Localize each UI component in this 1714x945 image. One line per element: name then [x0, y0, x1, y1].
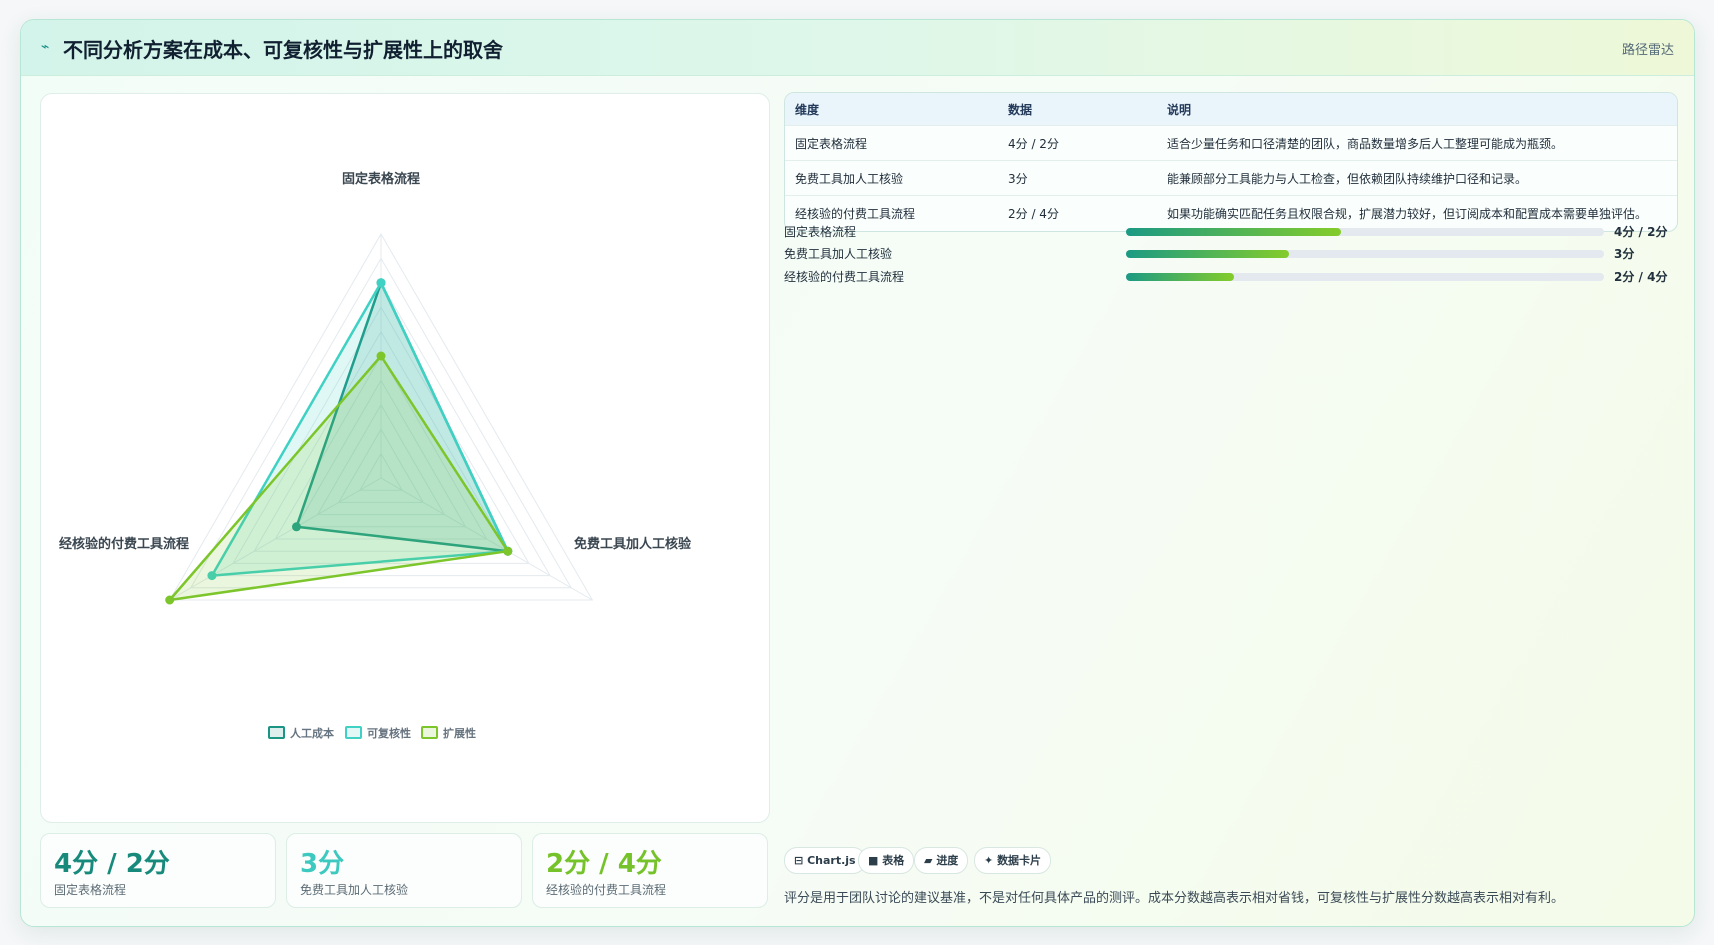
progress-value: 3分	[1614, 247, 1635, 261]
card-header: ⌁ 不同分析方案在成本、可复核性与扩展性上的取舍 路径雷达	[21, 20, 1694, 76]
chip-chartjs[interactable]: ⊟ Chart.js	[784, 847, 866, 874]
progress-fill	[1126, 250, 1289, 258]
table-cell: 适合少量任务和口径清楚的团队，商品数量增多后人工整理可能成为瓶颈。	[1157, 125, 1677, 161]
table-cell: 免费工具加人工核验	[785, 160, 998, 196]
progress-track	[1126, 273, 1604, 281]
legend-label: 可复核性	[367, 726, 411, 740]
radar-data-point	[165, 595, 175, 605]
legend-label: 扩展性	[443, 726, 476, 740]
radar-axis-label: 经核验的付费工具流程	[59, 536, 189, 552]
progress-track	[1126, 228, 1604, 236]
kpi-card-paid-tools: 2分 / 4分 经核验的付费工具流程	[532, 833, 768, 908]
radar-axis-label: 固定表格流程	[342, 171, 420, 187]
kpi-card-free-tools: 3分 免费工具加人工核验	[286, 833, 522, 908]
radar-data-point	[503, 546, 513, 556]
radar-axis-label: 免费工具加人工核验	[574, 536, 692, 552]
kpi-card-fixed-sheet: 4分 / 2分 固定表格流程	[40, 833, 276, 908]
header-badge: 路径雷达	[1621, 43, 1674, 58]
table-cell: 固定表格流程	[785, 125, 998, 161]
progress-value: 4分 / 2分	[1614, 225, 1668, 239]
legend-swatch	[268, 726, 285, 739]
table-cell: 能兼顾部分工具能力与人工检查，但依赖团队持续维护口径和记录。	[1157, 160, 1677, 196]
progress-value: 2分 / 4分	[1614, 270, 1668, 284]
pulse-icon: ⌁	[41, 39, 50, 55]
footnote: 评分是用于团队讨论的建议基准，不是对任何具体产品的测评。成本分数越高表示相对省钱…	[784, 891, 1565, 906]
progress-row-paid-tools: 经核验的付费工具流程 2分 / 4分	[784, 265, 1679, 285]
progress-label: 经核验的付费工具流程	[784, 270, 905, 284]
progress-track	[1126, 250, 1604, 258]
data-table: 维度 数据 说明 固定表格流程 4分 / 2分 适合少量任务和口径清楚的团队，商…	[784, 92, 1678, 232]
progress-fill	[1126, 273, 1234, 281]
legend-swatch	[345, 726, 362, 739]
sparkle-icon: ✦	[984, 854, 994, 867]
radar-chart-panel: 固定表格流程免费工具加人工核验 经核验的付费工具流程人工成本 可复核性 扩展性	[40, 93, 770, 823]
kpi-label: 固定表格流程	[54, 883, 127, 897]
table-row: 免费工具加人工核验 3分 能兼顾部分工具能力与人工检查，但依赖团队持续维护口径和…	[785, 160, 1677, 196]
table-header-row: 维度 数据 说明	[785, 93, 1677, 126]
column-header: 说明	[1157, 93, 1677, 126]
chip-label: 进度	[936, 854, 959, 867]
radar-chart: 固定表格流程免费工具加人工核验 经核验的付费工具流程人工成本 可复核性 扩展性	[59, 171, 692, 740]
progress-label: 免费工具加人工核验	[784, 247, 893, 261]
column-header: 数据	[998, 93, 1157, 126]
kpi-value: 2分 / 4分	[546, 849, 662, 879]
progress-label: 固定表格流程	[784, 225, 857, 239]
table-cell: 3分	[998, 160, 1157, 196]
table-row: 固定表格流程 4分 / 2分 适合少量任务和口径清楚的团队，商品数量增多后人工整…	[785, 125, 1677, 161]
progress-row-free-tools: 免费工具加人工核验 3分	[784, 242, 1679, 262]
progress-icon: ▰	[924, 854, 933, 867]
table-cell: 4分 / 2分	[998, 125, 1157, 161]
page-title: 不同分析方案在成本、可复核性与扩展性上的取舍	[63, 38, 503, 62]
column-header: 维度	[785, 93, 998, 126]
chip-label: 表格	[882, 854, 905, 867]
kpi-label: 经核验的付费工具流程	[546, 883, 667, 897]
dashboard-card: ⌁ 不同分析方案在成本、可复核性与扩展性上的取舍 路径雷达 固定表格流程 免费工具…	[20, 19, 1695, 927]
progress-row-fixed-sheet: 固定表格流程 4分 / 2分	[784, 220, 1679, 240]
legend-swatch	[421, 726, 438, 739]
legend-label: 人工成本	[290, 726, 334, 740]
radar-data-point	[376, 351, 386, 361]
chip-label: Chart.js	[807, 854, 856, 867]
table-icon: ■	[868, 854, 879, 867]
kpi-value: 3分	[300, 849, 345, 879]
radar-data-point	[376, 278, 386, 288]
chip-label: 数据卡片	[997, 854, 1042, 867]
kpi-value: 4分 / 2分	[54, 849, 170, 879]
chart-icon: ⊟	[794, 854, 804, 867]
chip-data-card[interactable]: ✦ 数据卡片	[974, 847, 1052, 874]
chip-progress[interactable]: ▰ 进度	[914, 847, 969, 874]
progress-fill	[1126, 228, 1342, 236]
chip-table[interactable]: ■ 表格	[858, 847, 915, 874]
kpi-label: 免费工具加人工核验	[300, 883, 409, 897]
